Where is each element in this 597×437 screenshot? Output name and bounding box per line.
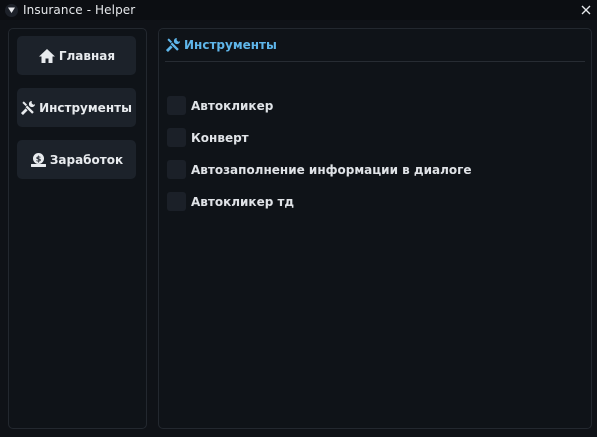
section-title: Инструменты [184, 37, 277, 52]
tools-icon [166, 37, 181, 52]
sidebar-item-home[interactable]: Главная [17, 36, 136, 75]
section-header: Инструменты [166, 37, 277, 52]
money-icon: $ [30, 152, 47, 168]
sidebar-item-earnings[interactable]: $ Заработок [17, 140, 136, 179]
option-dialog-autofill[interactable]: Автозаполнение информации в диалоге [167, 160, 472, 179]
option-autoclicker-td[interactable]: Автокликер тд [167, 192, 294, 211]
close-icon [581, 0, 591, 19]
home-icon [38, 48, 56, 64]
sidebar-item-label: Заработок [49, 152, 124, 167]
option-label: Конверт [191, 130, 249, 145]
sidebar-item-label: Главная [58, 48, 116, 63]
main-panel: Инструменты Автокликер Конверт Автозапол… [158, 28, 592, 429]
svg-text:$: $ [36, 154, 42, 163]
app-window: Insurance - Helper Главная Инструменты $… [0, 0, 597, 437]
option-label: Автозаполнение информации в диалоге [191, 162, 472, 177]
option-envelope[interactable]: Конверт [167, 128, 249, 147]
sidebar-item-tools[interactable]: Инструменты [17, 88, 136, 127]
checkbox[interactable] [167, 96, 186, 115]
sidebar: Главная Инструменты $ Заработок [8, 28, 147, 429]
sidebar-item-label: Инструменты [39, 100, 132, 115]
title-bar[interactable]: Insurance - Helper [0, 0, 597, 20]
checkbox[interactable] [167, 128, 186, 147]
checkbox[interactable] [167, 192, 186, 211]
option-label: Автокликер тд [191, 194, 295, 209]
option-autoclicker[interactable]: Автокликер [167, 96, 273, 115]
close-button[interactable] [579, 3, 592, 16]
divider [165, 61, 585, 62]
collapse-button[interactable] [5, 3, 18, 17]
checkbox[interactable] [167, 160, 186, 179]
tools-icon [21, 100, 36, 115]
window-title: Insurance - Helper [23, 3, 136, 17]
option-label: Автокликер [191, 98, 274, 113]
triangle-down-icon [7, 6, 16, 14]
